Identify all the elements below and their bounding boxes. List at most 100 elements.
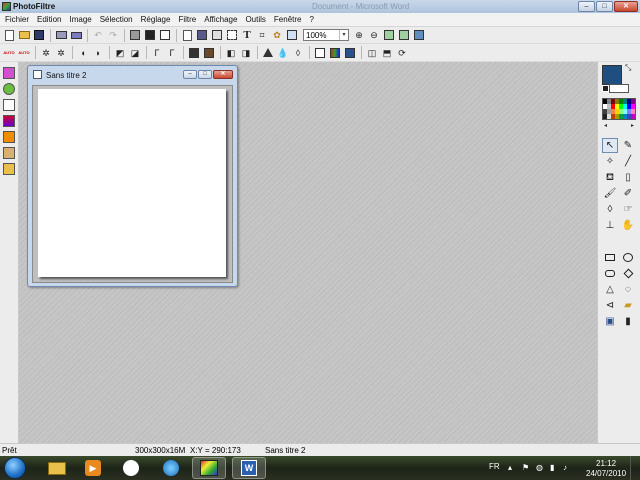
new-file-button[interactable] (2, 28, 16, 42)
palette-swatch[interactable] (631, 114, 635, 119)
app-titlebar[interactable]: PhotoFiltre Document - Microsoft Word – … (0, 0, 640, 13)
clock-time[interactable]: 21:12 (596, 459, 616, 468)
globe-icon[interactable] (3, 83, 15, 95)
line-tool[interactable]: ╱ (620, 154, 636, 169)
palette-next-icon[interactable]: ▸ (631, 122, 634, 129)
color-picker-tool[interactable]: ✎ (620, 138, 636, 153)
duplicate-button[interactable] (180, 28, 194, 42)
rotate-button[interactable]: ⟳ (395, 46, 409, 60)
drop-button[interactable]: 💧 (276, 46, 290, 60)
start-button[interactable] (4, 457, 26, 479)
invert-button[interactable] (343, 46, 357, 60)
signal-icon[interactable]: ▮ (550, 463, 559, 472)
print-button[interactable] (54, 28, 68, 42)
rectangle-shape-tool[interactable] (602, 250, 618, 265)
preview-button[interactable] (285, 28, 299, 42)
save-button[interactable] (32, 28, 46, 42)
transparency-button[interactable] (313, 46, 327, 60)
film-icon[interactable] (3, 147, 15, 159)
chevron-down-icon[interactable]: ▾ (339, 30, 348, 40)
network-icon[interactable]: ◍ (536, 463, 545, 472)
blur-button[interactable]: ◨ (239, 46, 253, 60)
taskbar-photofiltre[interactable] (192, 457, 226, 479)
magic-wand-tool[interactable]: ✧ (602, 154, 618, 169)
spray-tool[interactable]: ▯ (620, 170, 636, 185)
menu-fenetre[interactable]: Fenêtre (271, 15, 305, 24)
explorer-icon[interactable] (3, 67, 15, 79)
document-close-button[interactable]: ✕ (213, 70, 233, 79)
scan-button[interactable] (69, 28, 83, 42)
taskbar-internet-explorer[interactable] (154, 457, 188, 479)
advanced-brush-tool[interactable]: ✐ (620, 186, 636, 201)
orange-tool-icon[interactable] (3, 131, 15, 143)
document-minimize-button[interactable]: – (183, 70, 197, 79)
triangle-shape-tool[interactable]: △ (602, 282, 618, 297)
crop-button[interactable] (225, 28, 239, 42)
full-screen-button[interactable] (412, 28, 426, 42)
menu-reglage[interactable]: Réglage (138, 15, 174, 24)
document-maximize-button[interactable]: □ (198, 70, 212, 79)
open-file-button[interactable] (17, 28, 31, 42)
zoom-in-button[interactable]: ⊕ (352, 28, 366, 42)
stamp-tool[interactable]: ⊥ (602, 218, 618, 233)
rounded-rect-shape-tool[interactable] (602, 266, 618, 281)
color-palette[interactable] (602, 98, 636, 120)
document-titlebar[interactable]: Sans titre 2 – □ ✕ (28, 66, 237, 83)
soften-button[interactable]: ◊ (291, 46, 305, 60)
zoom-select[interactable]: 100% ▾ (303, 29, 349, 41)
unsharp-button[interactable] (261, 46, 275, 60)
copy-button[interactable] (128, 28, 142, 42)
brush-tool[interactable]: 🖌 (602, 186, 618, 201)
selection-tool[interactable]: ↖ (602, 138, 618, 153)
flip-horizontal-button[interactable]: ◫ (365, 46, 379, 60)
polygon-shape-tool[interactable]: ⊲ (602, 298, 618, 313)
image-canvas[interactable] (38, 89, 226, 277)
sepia-button[interactable] (202, 46, 216, 60)
menu-fichier[interactable]: Fichier (2, 15, 32, 24)
contrast-up-button[interactable]: ◗ (91, 46, 105, 60)
contrast-down-button[interactable]: ◖ (76, 46, 90, 60)
diamond-shape-tool[interactable] (620, 266, 636, 281)
taskbar-word[interactable]: W (232, 457, 266, 479)
menu-affichage[interactable]: Affichage (201, 15, 240, 24)
zoom-out-button[interactable]: ⊖ (367, 28, 381, 42)
palette-prev-icon[interactable]: ◂ (604, 122, 607, 129)
saturation-down-button[interactable]: ◩ (113, 46, 127, 60)
flip-vertical-button[interactable]: ⬒ (380, 46, 394, 60)
clock-date[interactable]: 24/07/2010 (586, 469, 626, 478)
paste-button[interactable] (143, 28, 157, 42)
ellipse-shape-tool[interactable] (620, 250, 636, 265)
tray-arrow-icon[interactable]: ▴ (508, 463, 517, 472)
photofiltre-app-icon[interactable] (2, 2, 11, 11)
menu-edition[interactable]: Edition (34, 15, 64, 24)
taskbar-hp[interactable] (114, 457, 148, 479)
brightness-up-button[interactable]: ✲ (54, 46, 68, 60)
color-balance-button[interactable] (328, 46, 342, 60)
document-icon[interactable] (3, 99, 15, 111)
folder-open-icon[interactable] (3, 163, 15, 175)
hand-tool[interactable]: ✋ (620, 218, 636, 233)
image-size-button[interactable] (195, 28, 209, 42)
frame-selection-tool[interactable]: ▣ (602, 314, 618, 329)
volume-icon[interactable]: ♪ (563, 463, 572, 472)
document-window[interactable]: Sans titre 2 – □ ✕ (27, 65, 238, 287)
reset-colors-icon[interactable] (602, 85, 609, 92)
auto-levels-button[interactable]: AUTO (2, 46, 16, 60)
text-button[interactable]: T (240, 28, 254, 42)
sharpen-button[interactable]: ◧ (224, 46, 238, 60)
puzzle-button[interactable]: ✿ (270, 28, 284, 42)
gamma-down-button[interactable]: Γ (150, 46, 164, 60)
redo-button[interactable]: ↷ (106, 28, 120, 42)
background-color-swatch[interactable] (609, 84, 629, 93)
menu-help[interactable]: ? (306, 15, 316, 24)
close-button[interactable]: ✕ (614, 1, 638, 12)
brightness-down-button[interactable]: ✲ (39, 46, 53, 60)
undo-button[interactable]: ↶ (91, 28, 105, 42)
menu-outils[interactable]: Outils (242, 15, 268, 24)
fit-window-button[interactable] (382, 28, 396, 42)
smudge-tool[interactable]: ☞ (620, 202, 636, 217)
maximize-button[interactable]: □ (596, 1, 613, 12)
gamma-up-button[interactable]: Γ (165, 46, 179, 60)
saturation-up-button[interactable]: ◪ (128, 46, 142, 60)
lasso-shape-tool[interactable]: ◌ (620, 282, 636, 297)
